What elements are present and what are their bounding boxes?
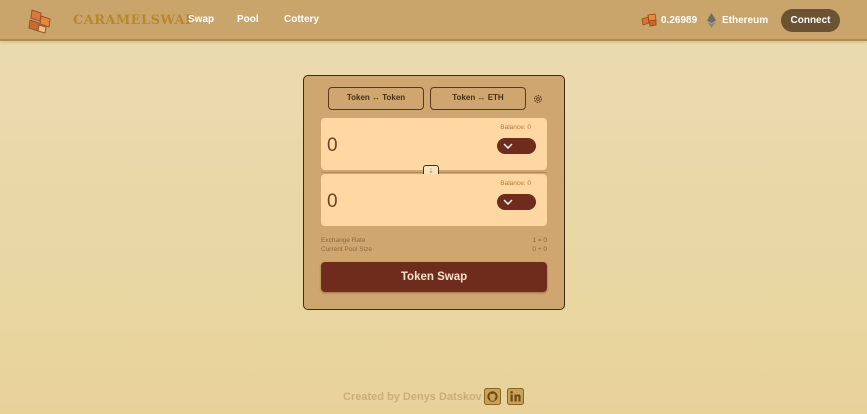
tab-token-token[interactable]: Token ↔ Token xyxy=(328,87,424,110)
pool-size-label: Current Pool Size xyxy=(321,246,372,253)
nav-cottery[interactable]: Cottery xyxy=(284,14,319,25)
exchange-rate-row: Exchange Rate 1 = 0 xyxy=(321,237,547,244)
exchange-rate-value: 1 = 0 xyxy=(532,237,547,244)
footer-credit: Created by Denys Datskov xyxy=(343,391,482,403)
pool-size-value: 0 + 0 xyxy=(532,246,547,253)
gear-icon[interactable] xyxy=(533,94,543,104)
pool-size-row: Current Pool Size 0 + 0 xyxy=(321,246,547,253)
chevron-down-icon xyxy=(503,199,513,205)
github-icon[interactable] xyxy=(484,388,501,405)
to-token-panel: Balance: 0 xyxy=(321,174,547,226)
ethereum-icon xyxy=(707,13,716,28)
tab-token-eth[interactable]: Token ↔ ETH xyxy=(430,87,526,110)
from-balance: Balance: 0 xyxy=(500,124,531,131)
token-swap-button[interactable]: Token Swap xyxy=(321,262,547,292)
chevron-down-icon xyxy=(503,143,513,149)
linkedin-icon[interactable] xyxy=(507,388,524,405)
from-token-panel: Balance: 0 xyxy=(321,118,547,170)
top-navbar: CARAMELSWAP Swap Pool Cottery 0.26989 Et… xyxy=(0,0,867,41)
to-balance: Balance: 0 xyxy=(500,180,531,187)
to-token-select[interactable] xyxy=(497,194,536,210)
from-amount-input[interactable] xyxy=(327,135,477,157)
nav-pool[interactable]: Pool xyxy=(237,14,259,25)
from-token-select[interactable] xyxy=(497,138,536,154)
exchange-rate-label: Exchange Rate xyxy=(321,237,366,244)
swap-card: Token ↔ Token Token ↔ ETH Balance: 0 ⇣ B… xyxy=(303,75,565,310)
caramel-coin-icon xyxy=(641,13,657,27)
connect-wallet-button[interactable]: Connect xyxy=(781,9,840,32)
wallet-balance: 0.26989 xyxy=(661,15,698,26)
caramel-logo-icon[interactable] xyxy=(26,8,54,34)
network-name[interactable]: Ethereum xyxy=(722,15,768,26)
nav-swap[interactable]: Swap xyxy=(188,14,214,25)
brand-name[interactable]: CARAMELSWAP xyxy=(73,13,195,28)
to-amount-input[interactable] xyxy=(327,191,477,213)
